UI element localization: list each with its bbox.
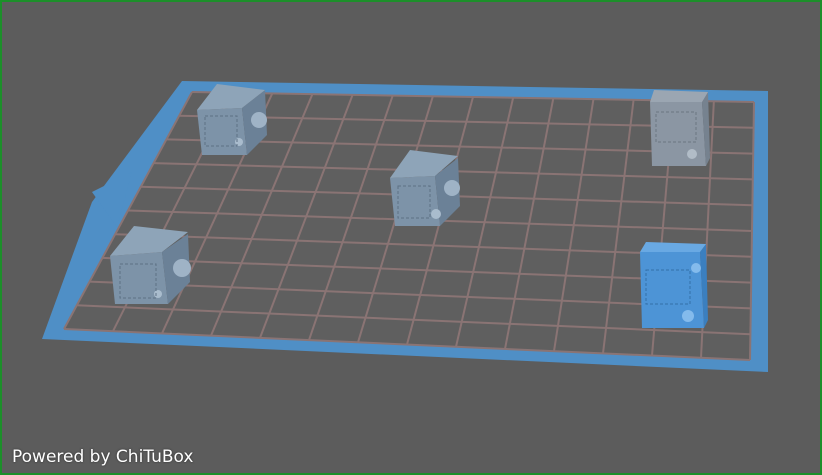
sphere-support-icon bbox=[687, 149, 697, 159]
watermark-label: Powered by ChiTuBox bbox=[12, 447, 194, 467]
sphere-support-icon bbox=[682, 310, 694, 322]
sphere-support-icon bbox=[431, 209, 441, 219]
build-plate-scene[interactable] bbox=[2, 2, 820, 473]
sphere-support-icon bbox=[691, 263, 701, 273]
cube-model-5[interactable] bbox=[640, 242, 708, 328]
3d-viewport[interactable]: Powered by ChiTuBox bbox=[0, 0, 822, 475]
sphere-support-icon bbox=[444, 180, 460, 196]
sphere-support-icon bbox=[235, 138, 243, 146]
sphere-support-icon bbox=[173, 259, 191, 277]
sphere-support-icon bbox=[154, 290, 162, 298]
cube-model-4[interactable] bbox=[650, 90, 710, 166]
sphere-support-icon bbox=[251, 112, 267, 128]
